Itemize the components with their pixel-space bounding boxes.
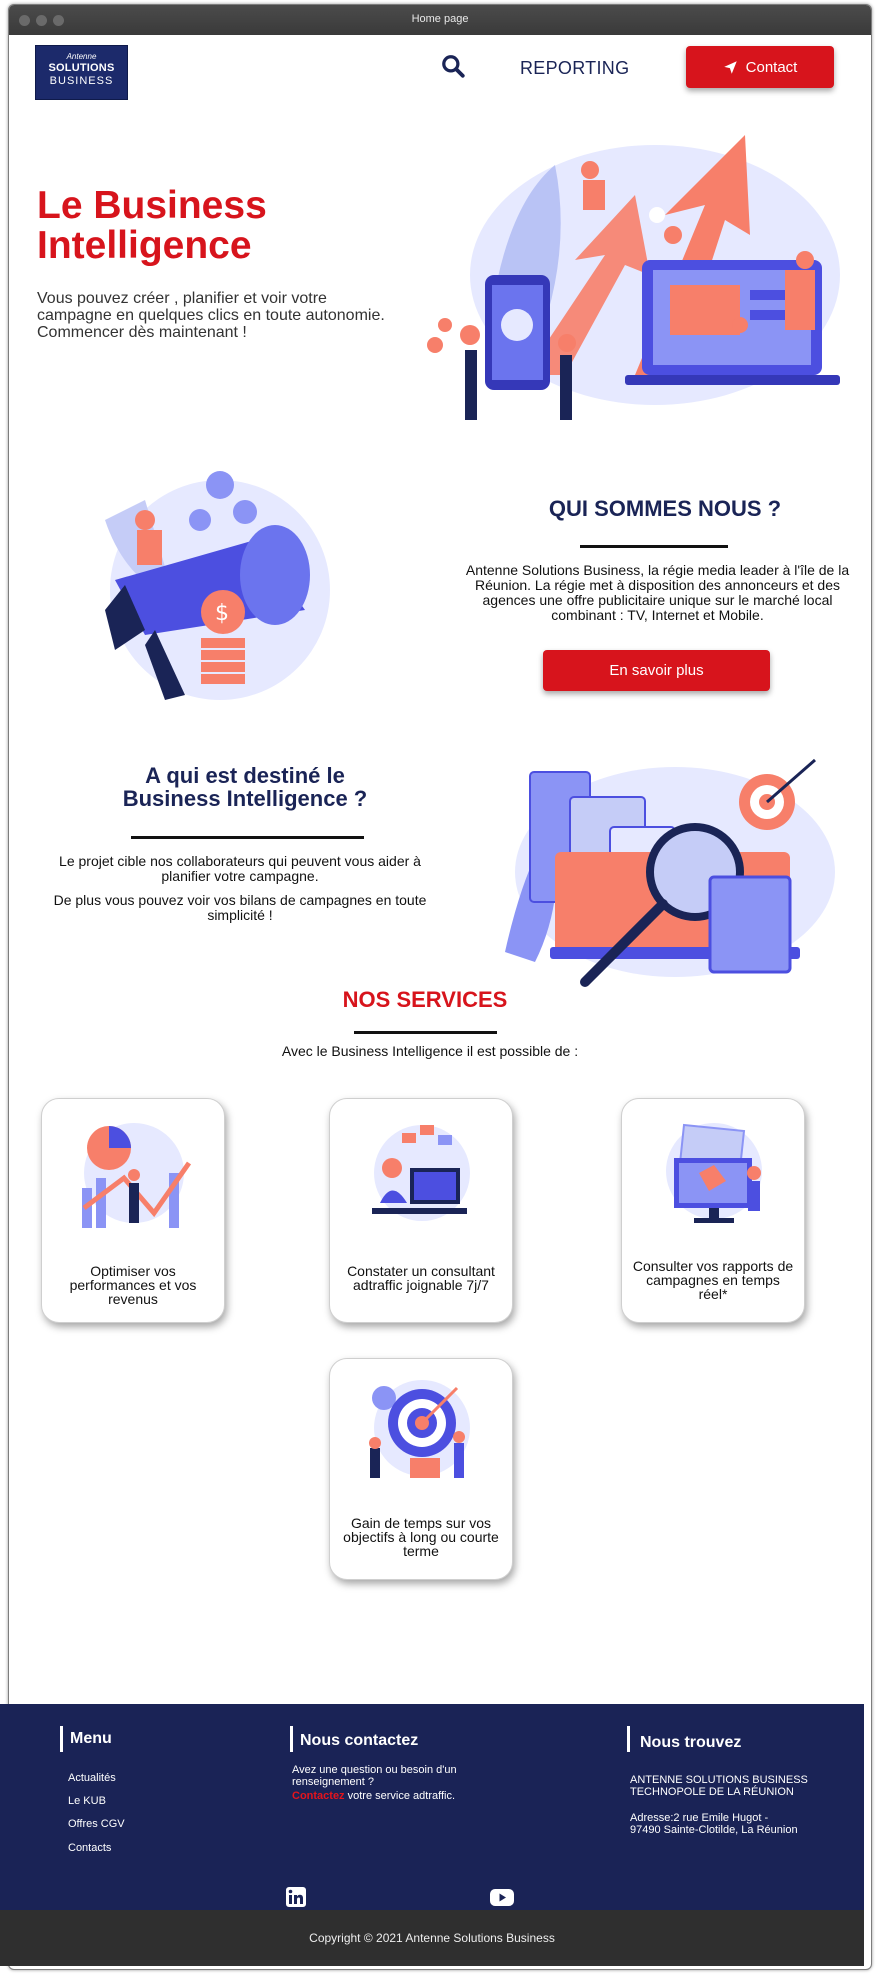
- service-card-time-saving-text: Gain de temps sur vos objectifs à long o…: [343, 1515, 499, 1559]
- service-card-time-saving[interactable]: Gain de temps sur vos objectifs à long o…: [329, 1358, 513, 1580]
- footer-link-offres-cgv[interactable]: Offres CGV: [68, 1818, 125, 1830]
- youtube-icon[interactable]: [490, 1889, 514, 1906]
- audience-title-divider: [131, 836, 364, 839]
- service-card-consultant[interactable]: Constater un consultant adtraffic joigna…: [329, 1098, 513, 1323]
- about-title-divider: [580, 545, 728, 548]
- analytics-illustration: [505, 758, 835, 987]
- contact-button[interactable]: Contact: [686, 46, 834, 88]
- logo-antenne: Antenne: [66, 52, 97, 61]
- service-card-performance-text: Optimiser vos performances et vos revenu…: [69, 1263, 197, 1307]
- footer-link-actualites[interactable]: Actualités: [68, 1772, 116, 1784]
- about-title: QUI SOMMES NOUS ?: [548, 496, 782, 521]
- audience-title: A qui est destiné le Business Intelligen…: [85, 764, 405, 810]
- title-bar: Home page: [9, 5, 871, 35]
- logo-business: BUSINESS: [49, 75, 114, 87]
- footer-contact-link[interactable]: Contactez: [292, 1790, 345, 1802]
- copyright-bar: Copyright © 2021 Antenne Solutions Busin…: [0, 1910, 864, 1966]
- site-footer: Menu Actualités Le KUB Offres CGV Contac…: [0, 1704, 864, 1910]
- audience-title-line2: Business Intelligence ?: [122, 786, 368, 811]
- services-title: NOS SERVICES: [342, 987, 508, 1012]
- footer-company-name: ANTENNE SOLUTIONS BUSINESS TECHNOPOLE DE…: [630, 1774, 808, 1798]
- footer-contact-line: Contactez votre service adtraffic.: [292, 1790, 467, 1802]
- footer-contact-text: Avez une question ou besoin d'un renseig…: [292, 1764, 457, 1788]
- consultant-icon: [372, 1125, 470, 1221]
- service-card-performance[interactable]: Optimiser vos performances et vos revenu…: [41, 1098, 225, 1323]
- audience-paragraph-2: De plus vous pouvez voir vos bilans de c…: [53, 892, 427, 923]
- service-card-consultant-text: Constater un consultant adtraffic joigna…: [347, 1263, 495, 1293]
- target-icon: [369, 1380, 470, 1478]
- footer-contact-suffix: votre service adtraffic.: [344, 1790, 456, 1802]
- service-card-reports[interactable]: Consulter vos rapports de campagnes en t…: [621, 1098, 805, 1323]
- megaphone-illustration: $: [105, 471, 330, 700]
- hero-title-line1: Le Business: [37, 184, 267, 227]
- nav-reporting-link[interactable]: REPORTING: [520, 58, 629, 79]
- services-title-divider: [354, 1031, 497, 1034]
- contact-accent-bar: [290, 1726, 293, 1752]
- services-subtitle: Avec le Business Intelligence il est pos…: [281, 1043, 579, 1059]
- footer-contact-title: Nous contactez: [300, 1732, 419, 1749]
- hero-illustration: [427, 135, 840, 420]
- svg-text:$: $: [215, 601, 229, 626]
- service-card-reports-text: Consulter vos rapports de campagnes en t…: [632, 1258, 794, 1302]
- contact-button-label: Contact: [745, 58, 798, 76]
- footer-link-le-kub[interactable]: Le KUB: [68, 1795, 106, 1807]
- hero-description: Vous pouvez créer , planifier et voir vo…: [37, 290, 385, 341]
- about-description: Antenne Solutions Business, la régie med…: [465, 562, 850, 623]
- footer-menu-title: Menu: [70, 1730, 112, 1747]
- linkedin-icon[interactable]: [286, 1887, 306, 1907]
- logo-solutions: SOLUTIONS: [48, 62, 115, 74]
- search-icon[interactable]: [440, 53, 466, 79]
- footer-link-contacts[interactable]: Contacts: [68, 1842, 111, 1854]
- audience-paragraph-1: Le projet cible nos collaborateurs qui p…: [59, 853, 421, 884]
- performance-chart-icon: [82, 1123, 192, 1228]
- send-icon: [723, 60, 737, 74]
- find-accent-bar: [627, 1726, 630, 1752]
- audience-title-line1: A qui est destiné le: [145, 763, 345, 788]
- brand-logo[interactable]: Antenne SOLUTIONS BUSINESS: [35, 45, 128, 100]
- window-title: Home page: [411, 13, 469, 25]
- menu-accent-bar: [60, 1726, 63, 1752]
- reports-icon: [666, 1123, 762, 1223]
- hero-title: Le Business Intelligence: [37, 186, 267, 266]
- learn-more-button[interactable]: En savoir plus: [543, 650, 770, 691]
- footer-find-title: Nous trouvez: [640, 1734, 742, 1751]
- hero-title-line2: Intelligence: [37, 224, 252, 267]
- footer-address: Adresse:2 rue Emile Hugot - 97490 Sainte…: [630, 1812, 798, 1836]
